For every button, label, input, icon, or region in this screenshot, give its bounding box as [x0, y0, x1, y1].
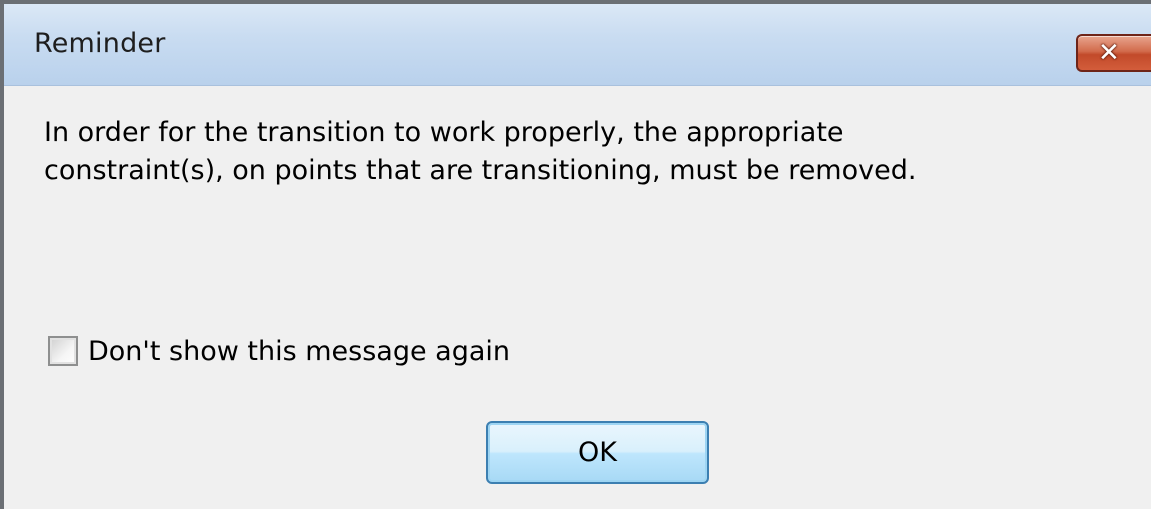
reminder-dialog: Reminder ✕ In order for the transition t… — [0, 0, 1151, 509]
close-icon: ✕ — [1098, 38, 1120, 68]
dialog-content: In order for the transition to work prop… — [4, 86, 1151, 509]
message-text: In order for the transition to work prop… — [44, 114, 1124, 190]
title-bar[interactable]: Reminder ✕ — [4, 4, 1151, 86]
message-line: constraint(s), on points that are transi… — [44, 155, 917, 186]
message-line: In order for the transition to work prop… — [44, 117, 844, 148]
dialog-title: Reminder — [34, 28, 166, 59]
ok-button[interactable]: OK — [486, 421, 709, 484]
dont-show-again-row[interactable]: Don't show this message again — [48, 331, 510, 371]
dont-show-again-label[interactable]: Don't show this message again — [88, 336, 510, 367]
close-button[interactable]: ✕ — [1076, 34, 1151, 72]
dont-show-again-checkbox[interactable] — [48, 336, 78, 366]
